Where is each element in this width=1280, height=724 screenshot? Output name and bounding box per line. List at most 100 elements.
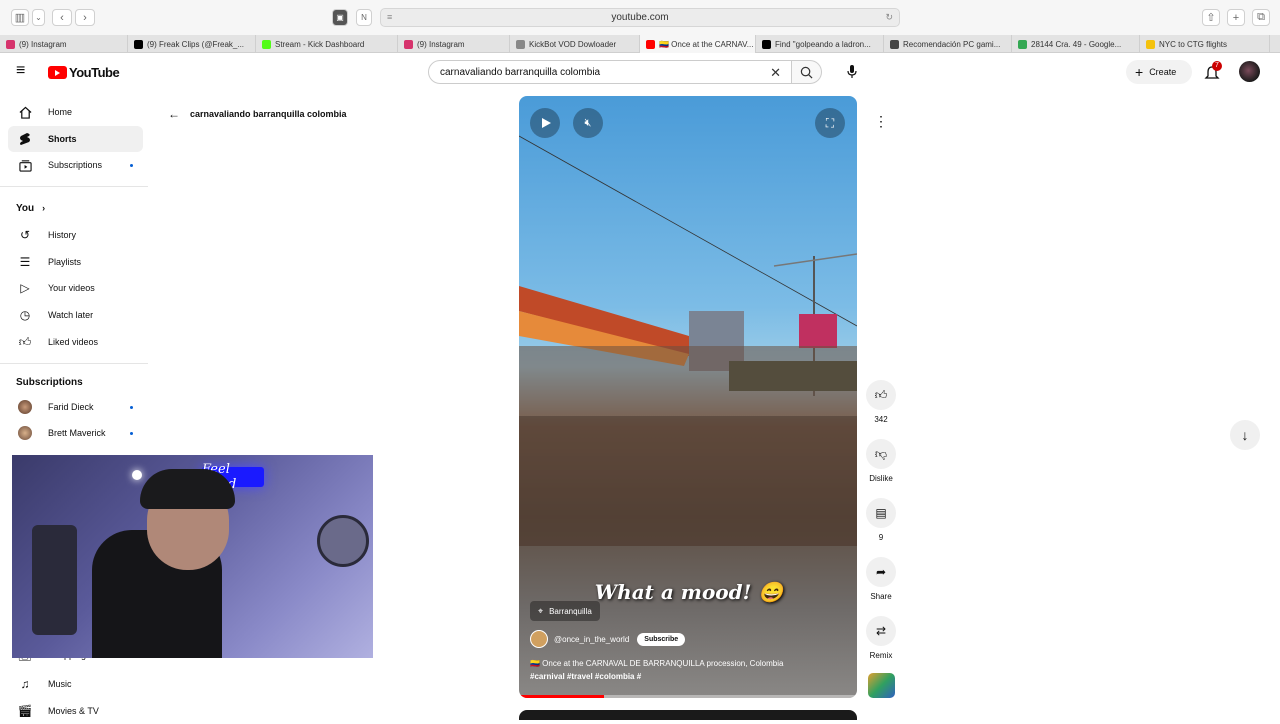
like-button[interactable]: 👍︎	[866, 380, 896, 410]
tab-favicon-icon	[516, 39, 525, 49]
browser-tab[interactable]: NYC to CTG flights	[1140, 35, 1270, 53]
hashtags[interactable]: #carnival #travel #colombia #	[530, 670, 846, 683]
browser-tab[interactable]: Recomendación PC gami...	[884, 35, 1012, 53]
tab-overview-icon[interactable]: ⧉	[1252, 9, 1270, 26]
sidebar-label: Playlists	[48, 257, 82, 267]
share-arrow-icon: ➦	[875, 565, 887, 579]
browser-tab[interactable]: 28144 Cra. 49 - Google...	[1012, 35, 1140, 53]
next-short-button[interactable]: ↓	[1230, 420, 1260, 450]
tab-label: NYC to CTG flights	[1159, 39, 1228, 49]
comments-button[interactable]: ▤	[866, 498, 896, 528]
like-count: 342	[874, 415, 888, 424]
share-label: Share	[870, 592, 892, 601]
channel-handle[interactable]: @once_in_the_world	[554, 635, 629, 644]
dislike-button[interactable]: 👎︎	[866, 439, 896, 469]
sidebar-toggle-icon[interactable]: ▥	[11, 9, 29, 26]
share-browser-icon[interactable]: ⇧	[1202, 9, 1220, 26]
subscription-channel[interactable]: Brett Maverick	[8, 420, 143, 446]
sidebar-label: Movies & TV	[48, 706, 99, 716]
caption-overlay: What a mood! 😄	[594, 580, 784, 604]
thumbs-up-icon: 👍︎	[18, 334, 32, 349]
sidebar-item-music[interactable]: ♫ Music	[8, 671, 143, 697]
sidebar-item-liked-videos[interactable]: 👍︎ Liked videos	[8, 329, 143, 355]
sidebar-item-your-videos[interactable]: ▷ Your videos	[8, 275, 143, 301]
browser-tab[interactable]: (9) Freak Clips (@Freak_...	[128, 35, 256, 53]
tab-label: (9) Instagram	[417, 39, 465, 49]
browser-tab[interactable]: 🇨🇴 Once at the CARNAV...	[640, 35, 756, 53]
dislike-label: Dislike	[869, 474, 893, 483]
browser-tab[interactable]: (9) Instagram	[0, 35, 128, 53]
avatar[interactable]	[530, 630, 548, 648]
clapperboard-icon: 🎬︎	[17, 704, 33, 718]
menu-icon[interactable]: ≡	[16, 63, 25, 79]
address-bar[interactable]: ≡ youtube.com ↻	[380, 8, 900, 27]
voice-search-button[interactable]	[841, 62, 863, 82]
search-input[interactable]: carnavaliando barranquilla colombia ✕	[428, 60, 792, 84]
sidebar-item-home[interactable]: Home	[8, 99, 143, 125]
more-options-icon[interactable]: ⋮	[870, 110, 892, 132]
share-button[interactable]: ➦	[866, 557, 896, 587]
notifications-button[interactable]: 7	[1202, 61, 1222, 82]
thumbs-up-icon: 👍︎	[874, 387, 888, 402]
lamp-light	[132, 470, 142, 480]
back-arrow-icon[interactable]: ←	[168, 107, 180, 121]
sidebar-menu-chevron-icon[interactable]: ⌄	[32, 9, 45, 26]
remix-label: Remix	[869, 651, 893, 660]
browser-tab[interactable]: (9) Instagram	[398, 35, 510, 53]
sidebar-item-history[interactable]: ↺ History	[8, 222, 143, 248]
sidebar-label: History	[48, 230, 77, 240]
browser-tab[interactable]: KickBot VOD Dowloader	[510, 35, 640, 53]
forward-icon[interactable]: ›	[75, 9, 95, 26]
reload-icon[interactable]: ↻	[885, 12, 893, 23]
sidebar-item-subscriptions[interactable]: Subscriptions	[8, 152, 143, 178]
page-menu-icon[interactable]: ≡	[387, 12, 392, 22]
play-button[interactable]	[530, 108, 560, 138]
subscription-channel[interactable]: Farid Dieck	[8, 394, 143, 420]
account-avatar[interactable]	[1239, 61, 1260, 82]
breadcrumb-text: carnavaliando barranquilla colombia	[190, 109, 347, 119]
sidebar-label: Your videos	[48, 283, 95, 293]
location-chip[interactable]: ⌖ Barranquilla	[530, 601, 600, 621]
sidebar-item-shorts[interactable]: Shorts	[8, 126, 143, 152]
tab-favicon-icon	[646, 39, 655, 49]
progress-fill	[519, 695, 604, 698]
create-button[interactable]: + Create	[1126, 60, 1192, 84]
search-button[interactable]	[792, 60, 822, 84]
tab-favicon-icon	[404, 39, 413, 49]
thumbs-down-icon: 👎︎	[874, 446, 888, 461]
notion-icon[interactable]: N	[356, 9, 372, 26]
sidebar-item-movies[interactable]: 🎬︎ Movies & TV	[8, 698, 143, 724]
remix-button[interactable]: ⇄	[866, 616, 896, 646]
short-video-player[interactable]: 🔇︎ ⛶ What a mood! 😄 ⌖ Barranquilla @once…	[519, 96, 857, 698]
tab-label: Stream - Kick Dashboard	[275, 39, 365, 49]
fullscreen-button[interactable]: ⛶	[815, 108, 845, 138]
tab-label: Recomendación PC gami...	[903, 39, 1001, 49]
browser-tab[interactable]: Stream - Kick Dashboard	[256, 35, 398, 53]
audio-thumbnail[interactable]	[868, 673, 895, 698]
mute-button[interactable]: 🔇︎	[573, 108, 603, 138]
youtube-logo[interactable]: YouTube	[48, 65, 120, 80]
tab-favicon-icon	[134, 39, 143, 49]
progress-track[interactable]	[519, 695, 857, 698]
chevron-right-icon: ›	[42, 203, 46, 213]
clear-search-icon[interactable]: ✕	[770, 65, 781, 81]
next-short-preview[interactable]	[519, 710, 857, 720]
back-icon[interactable]: ‹	[52, 9, 72, 26]
fullscreen-icon: ⛶	[825, 115, 835, 130]
comment-icon: ▤	[875, 506, 887, 520]
extension-icon[interactable]: ▣	[332, 9, 348, 26]
subscribe-button[interactable]: Subscribe	[637, 632, 686, 646]
sidebar-label: Home	[48, 107, 73, 117]
tab-favicon-icon	[762, 39, 771, 49]
tab-label: 🇨🇴 Once at the CARNAV...	[659, 39, 754, 49]
play-icon	[541, 118, 551, 128]
logo-text: YouTube	[69, 65, 120, 80]
sidebar-item-watch-later[interactable]: ◷ Watch later	[8, 302, 143, 328]
sidebar-item-you[interactable]: You ›	[6, 195, 141, 221]
shorts-icon	[18, 132, 32, 146]
new-tab-icon[interactable]: +	[1227, 9, 1245, 26]
browser-tab[interactable]: Find "golpeando a ladron...	[756, 35, 884, 53]
sidebar-label: Shorts	[48, 134, 77, 144]
new-content-dot	[130, 405, 133, 409]
sidebar-item-playlists[interactable]: ☰ Playlists	[8, 249, 143, 275]
